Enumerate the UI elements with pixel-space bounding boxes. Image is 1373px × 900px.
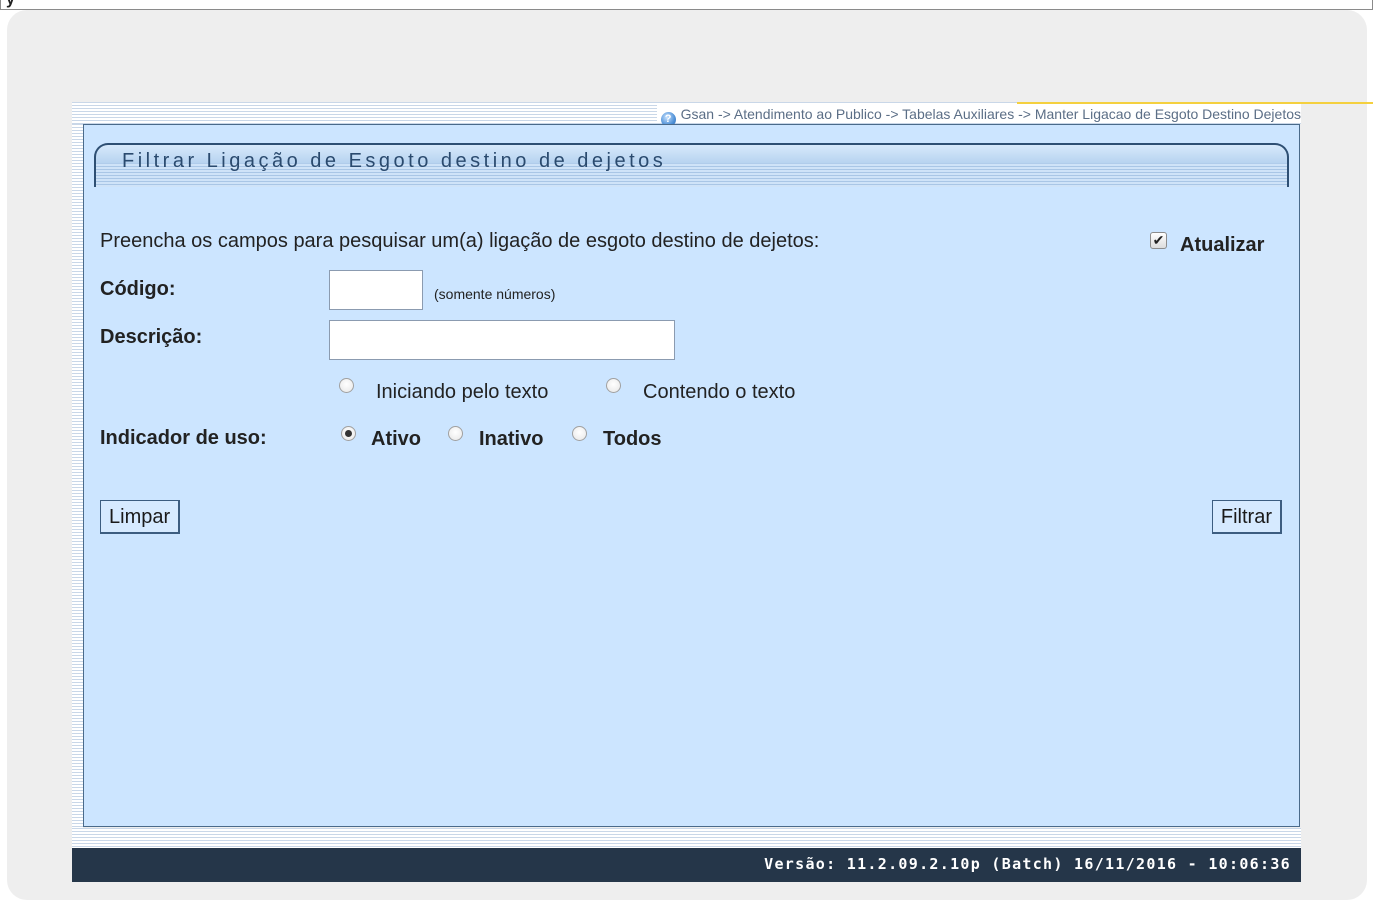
codigo-label: Código:: [100, 278, 176, 300]
radio-ativo[interactable]: [341, 426, 356, 441]
bottom-decorative-stripes: [72, 828, 1301, 848]
breadcrumb-path: Gsan -> Atendimento ao Publico -> Tabela…: [680, 106, 1301, 122]
radio-label-ativo: Ativo: [371, 428, 421, 450]
breadcrumb-bar: ? Gsan -> Atendimento ao Publico -> Tabel…: [72, 102, 1373, 127]
radio-label-contendo: Contendo o texto: [643, 381, 796, 403]
left-decorative-stripes: [72, 124, 83, 828]
codigo-input[interactable]: [329, 270, 423, 310]
clipped-text-glyph: y: [6, 0, 15, 9]
panel-title-tab: Filtrar Ligação de Esgoto destino de dej…: [94, 143, 1289, 187]
version-footer: Versão: 11.2.09.2.10p (Batch) 16/11/2016…: [72, 848, 1301, 882]
breadcrumb-accent-line: [1017, 102, 1373, 104]
radio-iniciando-pelo-texto[interactable]: [339, 378, 354, 393]
atualizar-label: Atualizar: [1180, 234, 1265, 256]
top-window-strip: y: [0, 0, 1373, 10]
radio-todos[interactable]: [572, 426, 587, 441]
radio-label-iniciando: Iniciando pelo texto: [376, 381, 549, 403]
radio-label-todos: Todos: [603, 428, 662, 450]
radio-label-inativo: Inativo: [479, 428, 544, 450]
codigo-hint: (somente números): [434, 286, 556, 302]
limpar-button[interactable]: Limpar: [100, 500, 181, 534]
version-text: Versão: 11.2.09.2.10p (Batch) 16/11/2016…: [764, 855, 1291, 873]
indicador-uso-label: Indicador de uso:: [100, 427, 267, 449]
radio-inativo[interactable]: [448, 426, 463, 441]
filtrar-button[interactable]: Filtrar: [1211, 500, 1282, 534]
instructions-text: Preencha os campos para pesquisar um(a) …: [100, 230, 820, 252]
descricao-label: Descrição:: [100, 326, 203, 348]
atualizar-checkbox[interactable]: ✔: [1150, 232, 1167, 249]
filter-panel: Filtrar Ligação de Esgoto destino de dej…: [83, 124, 1300, 827]
breadcrumb: ? Gsan -> Atendimento ao Publico -> Tabel…: [656, 105, 1301, 127]
descricao-input[interactable]: [329, 320, 675, 360]
radio-contendo-o-texto[interactable]: [606, 378, 621, 393]
page-title: Filtrar Ligação de Esgoto destino de dej…: [122, 150, 667, 172]
